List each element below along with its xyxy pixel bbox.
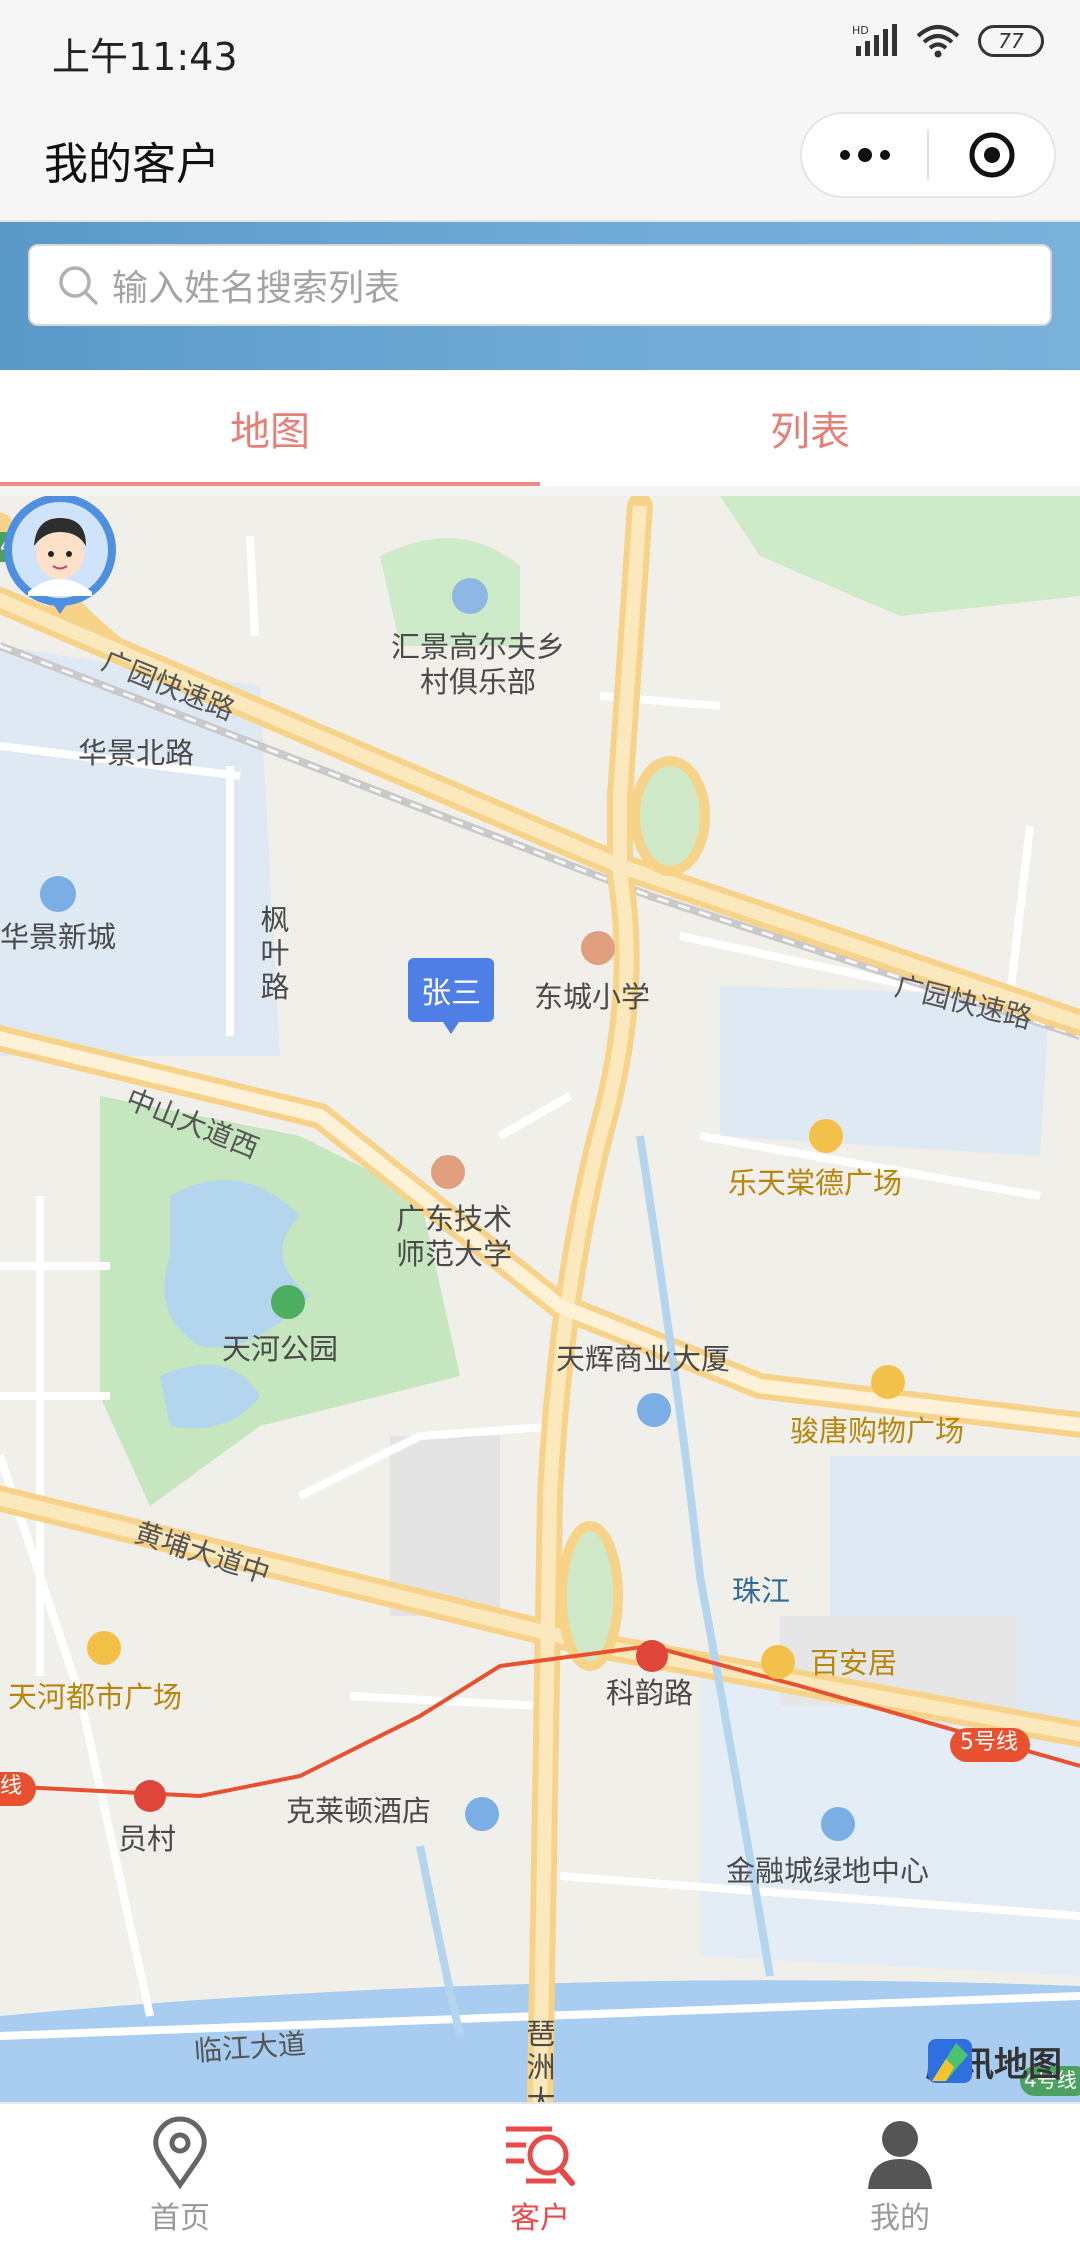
view-tabs: 地图 列表: [0, 370, 1080, 486]
map-label-clayton-hotel: 克莱顿酒店: [286, 1794, 432, 1828]
metro-line-5-badge: 5号线: [960, 1730, 1018, 1755]
page-title: 我的客户: [44, 139, 220, 190]
search-input[interactable]: 输入姓名搜索列表: [28, 244, 1052, 326]
signal-icon: HD: [852, 24, 897, 56]
bottom-tab-bar: 首页 客户 我的: [0, 2102, 1080, 2248]
customer-avatar-icon[interactable]: [0, 496, 120, 616]
status-icons: HD 77: [852, 24, 1044, 58]
road-label-fengye: 枫叶路: [260, 903, 290, 1004]
map-label-tianhe-metro-plaza: 天河都市广场: [8, 1680, 183, 1714]
tabbar-customer[interactable]: 客户: [360, 2104, 720, 2248]
target-close-icon: [969, 132, 1014, 178]
map-label-finance-green-center: 金融城绿地中心: [726, 1854, 930, 1888]
tabbar-home-label: 首页: [150, 2201, 210, 2236]
map-label-zhujiang: 珠江: [732, 1574, 791, 1608]
tabbar-mine[interactable]: 我的: [720, 2104, 1080, 2248]
map-label-yuancun: 员村: [118, 1822, 177, 1856]
search-band: 输入姓名搜索列表: [0, 222, 1080, 370]
close-miniprogram-button[interactable]: [929, 114, 1054, 196]
map-label-dongcheng-school: 东城小学: [534, 980, 651, 1014]
road-label-pazhou: 琶洲大: [526, 2017, 556, 2102]
wifi-icon: [916, 25, 960, 58]
map-label-gd-polytechnic: 广东技术师范大学: [395, 1202, 512, 1271]
location-pin-icon: [153, 2116, 207, 2190]
search-placeholder: 输入姓名搜索列表: [112, 268, 401, 309]
road-label-huajing-north: 华景北路: [78, 736, 195, 770]
status-time: 上午11:43: [52, 35, 238, 79]
tabbar-customer-label: 客户: [510, 2201, 570, 2236]
more-dots-icon: [839, 148, 890, 162]
map-label-tianhe-park: 天河公园: [222, 1332, 339, 1366]
map-label-huajing-xincheng: 华景新城: [0, 920, 117, 954]
map-label-baianju: 百安居: [810, 1646, 898, 1680]
customer-search-icon: [506, 2126, 575, 2186]
tencent-map-logo: 腾讯地图: [926, 2037, 1062, 2086]
nav-bar: 我的客户: [0, 100, 1080, 222]
tencent-map-logo-icon: [928, 2039, 972, 2083]
battery-icon: 77: [978, 25, 1044, 57]
customer-marker-label[interactable]: 张三: [408, 958, 494, 1034]
miniprogram-capsule: [800, 112, 1056, 198]
road-label-linjiang: 临江大道: [192, 2027, 307, 2068]
network-label: HD: [852, 24, 869, 37]
tabbar-home[interactable]: 首页: [0, 2104, 360, 2248]
tab-list[interactable]: 列表: [540, 370, 1080, 486]
tab-map[interactable]: 地图: [0, 370, 540, 486]
search-icon: [59, 266, 98, 305]
person-icon: [868, 2121, 932, 2189]
metro-line-badge-left: 线: [0, 1774, 23, 1799]
map-label-keyun-rd: 科韵路: [606, 1676, 694, 1710]
map-label-juntang-mall: 骏唐购物广场: [790, 1414, 965, 1448]
map-view[interactable]: 汇景高尔夫乡村俱乐部 广园快速路 华景北路 华景新城 枫叶路 东城小学 广园快速…: [0, 496, 1080, 2102]
map-label-tianhui-building: 天辉商业大厦: [556, 1342, 731, 1376]
map-label-golf-club: 汇景高尔夫乡村俱乐部: [390, 630, 565, 699]
tabbar-mine-label: 我的: [870, 2201, 930, 2236]
status-bar: 上午11:43 HD 77: [0, 0, 1080, 100]
more-button[interactable]: [802, 114, 927, 196]
map-label-letian-plaza: 乐天棠德广场: [728, 1166, 903, 1200]
